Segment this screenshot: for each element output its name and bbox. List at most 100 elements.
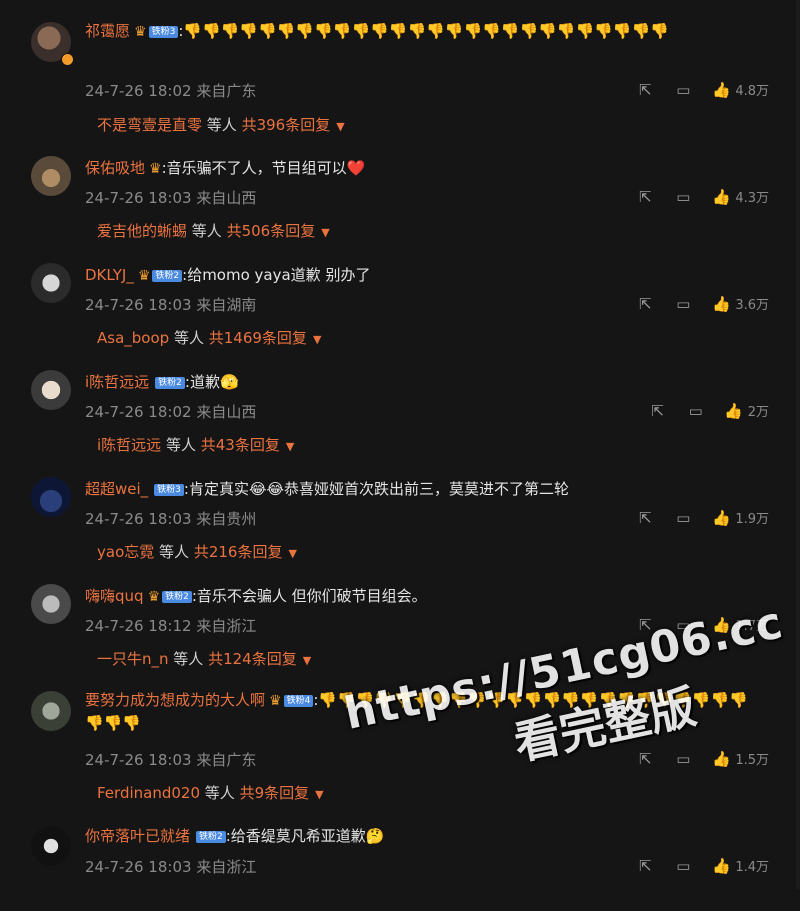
comment-icon[interactable]: ▭ [673, 857, 693, 875]
comment-icon[interactable]: ▭ [673, 750, 693, 768]
reply-user[interactable]: 爱吉他的蜥蜴 [97, 222, 187, 240]
comment-item: DKLYJ_ ♛ 铁粉2:给momo yaya道歉 别办了 24-7-26 18:0… [0, 241, 800, 348]
caret-down-icon[interactable]: ▼ [336, 120, 344, 133]
reply-count[interactable]: 共506条回复 [227, 222, 316, 240]
scrollbar[interactable] [796, 0, 800, 889]
comment-date: 24-7-26 18:03 [85, 296, 192, 314]
like-icon[interactable]: 👍 [711, 857, 731, 875]
like-icon[interactable]: 👍 [711, 295, 731, 313]
share-icon[interactable]: ⇱ [635, 750, 655, 768]
avatar[interactable] [31, 263, 71, 303]
username[interactable]: 保佑吸地 [85, 159, 145, 177]
reply-count[interactable]: 共396条回复 [242, 116, 331, 134]
comment-icon[interactable]: ▭ [686, 402, 706, 420]
comment-meta: 24-7-26 18:03 来自湖南 [85, 294, 256, 315]
like-count: 1.4万 [735, 860, 769, 875]
comment-icon[interactable]: ▭ [673, 188, 693, 206]
verified-icon [61, 53, 74, 66]
reply-user[interactable]: 一只牛n_n [97, 650, 169, 668]
share-icon[interactable]: ⇱ [648, 402, 668, 420]
comment-text: :音乐不会骗人 但你们破节目组会。 [191, 587, 427, 605]
comment-location: 来自湖南 [196, 296, 257, 314]
comment-actions: ⇱ ▭ 👍 4.3万 [617, 187, 769, 207]
reply-summary[interactable]: 不是弯壹是直零 等人 共396条回复 ▼ [97, 114, 345, 135]
reply-user[interactable]: 不是弯壹是直零 [97, 116, 202, 134]
caret-down-icon[interactable]: ▼ [303, 654, 311, 667]
reply-summary[interactable]: i陈哲远远 等人 共43条回复 ▼ [97, 434, 294, 455]
reply-mid: 等人 [173, 329, 204, 347]
fan-badge: 铁粉3 [154, 484, 184, 496]
username[interactable]: DKLYJ_ [85, 266, 134, 284]
reply-user[interactable]: Ferdinand020 [97, 784, 200, 802]
reply-mid: 等人 [206, 116, 237, 134]
comment-date: 24-7-26 18:02 [85, 403, 192, 421]
caret-down-icon[interactable]: ▼ [288, 547, 296, 560]
crown-icon: ♛ [149, 161, 162, 177]
reply-summary[interactable]: yao忘霓 等人 共216条回复 ▼ [97, 541, 297, 562]
reply-mid: 等人 [191, 222, 222, 240]
reply-count[interactable]: 共9条回复 [240, 784, 310, 802]
avatar[interactable] [31, 477, 71, 517]
avatar[interactable] [31, 826, 71, 866]
comment-location: 来自贵州 [196, 510, 257, 528]
share-icon[interactable]: ⇱ [635, 188, 655, 206]
like-icon[interactable]: 👍 [724, 402, 744, 420]
fan-badge: 铁粉2 [162, 591, 192, 603]
reply-summary[interactable]: Asa_boop 等人 共1469条回复 ▼ [97, 327, 321, 348]
reply-mid: 等人 [173, 650, 204, 668]
reply-mid: 等人 [165, 436, 196, 454]
comment-icon[interactable]: ▭ [673, 509, 693, 527]
username[interactable]: 嗨嗨quq [85, 587, 144, 605]
share-icon[interactable]: ⇱ [635, 295, 655, 313]
reply-user[interactable]: Asa_boop [97, 329, 169, 347]
username[interactable]: 超超wei_ [85, 480, 148, 498]
comment-meta: 24-7-26 18:03 来自广东 [85, 749, 256, 770]
avatar[interactable] [31, 691, 71, 731]
reply-count[interactable]: 共43条回复 [201, 436, 280, 454]
comment-text: :给香缇莫凡希亚道歉🤔 [225, 827, 385, 845]
avatar[interactable] [31, 584, 71, 624]
comment-location: 来自广东 [196, 82, 257, 100]
username[interactable]: 祁霭愿 [85, 22, 130, 40]
share-icon[interactable]: ⇱ [635, 509, 655, 527]
caret-down-icon[interactable]: ▼ [313, 333, 321, 346]
comment-body: i陈哲远远 铁粉2:道歉🫣 [85, 371, 760, 393]
reply-user[interactable]: i陈哲远远 [97, 436, 161, 454]
crown-icon: ♛ [137, 268, 151, 284]
comment-date: 24-7-26 18:12 [85, 617, 192, 635]
comment-text: :👎👎👎👎👎👎👎👎👎👎👎👎👎👎👎👎👎👎👎👎👎👎👎👎👎👎 [178, 22, 669, 40]
reply-count[interactable]: 共216条回复 [194, 543, 283, 561]
like-icon[interactable]: 👍 [711, 750, 731, 768]
avatar[interactable] [31, 370, 71, 410]
like-icon[interactable]: 👍 [711, 509, 731, 527]
share-icon[interactable]: ⇱ [635, 81, 655, 99]
reply-count[interactable]: 共1469条回复 [209, 329, 307, 347]
username[interactable]: 要努力成为想成为的大人啊 [85, 691, 265, 709]
avatar[interactable] [31, 156, 71, 196]
reply-count[interactable]: 共124条回复 [208, 650, 297, 668]
crown-icon: ♛ [269, 693, 282, 709]
like-count: 3.6万 [735, 298, 769, 313]
caret-down-icon[interactable]: ▼ [286, 440, 294, 453]
comment-date: 24-7-26 18:03 [85, 189, 192, 207]
crown-icon: ♛ [147, 589, 161, 605]
comment-icon[interactable]: ▭ [673, 295, 693, 313]
fan-badge: 铁粉2 [155, 377, 185, 389]
comment-text: :给momo yaya道歉 别办了 [182, 266, 371, 284]
reply-user[interactable]: yao忘霓 [97, 543, 154, 561]
reply-summary[interactable]: 爱吉他的蜥蜴 等人 共506条回复 ▼ [97, 220, 330, 241]
comment-date: 24-7-26 18:02 [85, 82, 192, 100]
like-icon[interactable]: 👍 [711, 188, 731, 206]
caret-down-icon[interactable]: ▼ [321, 226, 329, 239]
like-icon[interactable]: 👍 [711, 81, 731, 99]
comment-location: 来自山西 [196, 189, 257, 207]
username[interactable]: i陈哲远远 [85, 373, 149, 391]
share-icon[interactable]: ⇱ [635, 857, 655, 875]
comment-location: 来自广东 [196, 751, 257, 769]
comment-meta: 24-7-26 18:03 来自浙江 [85, 856, 256, 877]
comment-icon[interactable]: ▭ [673, 81, 693, 99]
caret-down-icon[interactable]: ▼ [315, 788, 323, 801]
reply-summary[interactable]: Ferdinand020 等人 共9条回复 ▼ [97, 782, 324, 803]
reply-summary[interactable]: 一只牛n_n 等人 共124条回复 ▼ [97, 648, 311, 669]
username[interactable]: 你帝落叶已就绪 [85, 827, 190, 845]
